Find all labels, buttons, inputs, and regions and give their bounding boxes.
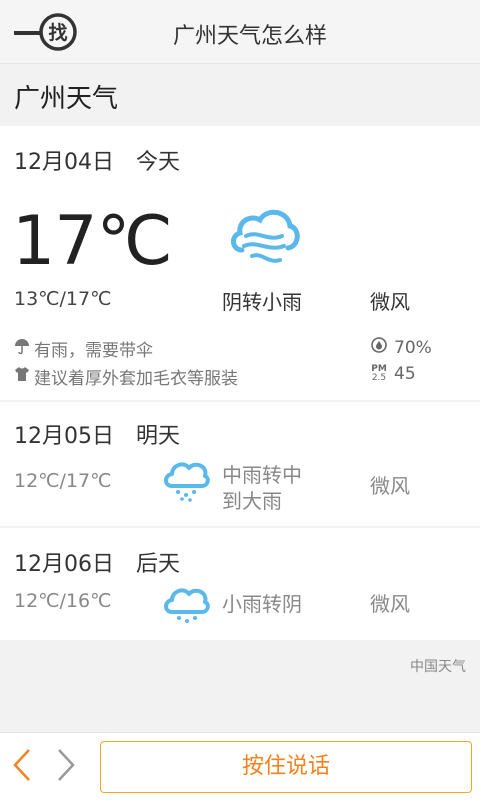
today-card: 12月04日 今天 17℃ 13℃/17℃ 阴转小雨 微风 有雨，需要带伞 建议… [0,126,480,400]
pm25-icon: PM 2.5 [370,365,388,383]
forecast-date: 12月05日 [14,424,114,449]
forecast-day: 后天 [136,552,181,577]
forecast-temp-range: 12℃/16℃ [14,590,112,612]
chevron-right-icon [56,748,76,786]
today-temp-range: 13℃/17℃ [14,288,112,310]
cloud-rain-icon [162,458,210,502]
forecast-condition: 小雨转阴 [222,592,302,616]
source-label[interactable]: 中国天气 [410,656,466,676]
forecast-condition-line2: 到大雨 [222,489,282,513]
humidity-stat: 70% [370,336,432,359]
today-date: 12月04日 [14,150,114,175]
top-bar: 找 广州天气怎么样 [0,0,480,64]
cloud-rain-icon [162,584,210,628]
forecast-condition-line1: 中雨转中 [222,463,302,487]
today-wind: 微风 [370,290,410,314]
pm25-value: 45 [394,364,416,384]
clothes-tip-text: 建议着厚外套加毛衣等服装 [34,369,238,389]
cloud-wind-icon [228,206,300,272]
forecast-row[interactable]: 12月06日 后天 12℃/16℃ 小雨转阴 微风 [0,528,480,640]
umbrella-tip-text: 有雨，需要带伞 [34,341,153,361]
city-header: 广州天气 [0,64,480,126]
forecast-condition: 中雨转中 到大雨 [222,462,302,514]
back-button[interactable] [8,747,36,787]
pm-label-bottom: 2.5 [371,373,387,383]
umbrella-tip: 有雨，需要带伞 [14,336,153,361]
pm25-stat: PM 2.5 45 [370,364,416,384]
today-condition: 阴转小雨 [222,290,302,314]
forecast-day: 明天 [136,424,181,449]
current-temperature: 17℃ [12,202,173,281]
forward-button[interactable] [52,747,80,787]
today-day: 今天 [136,150,181,175]
hold-to-talk-button[interactable]: 按住说话 [100,741,472,793]
shirt-icon [14,366,30,387]
forecast-row[interactable]: 12月05日 明天 12℃/17℃ 中雨转中 到大雨 微风 [0,402,480,526]
humidity-icon [370,336,388,359]
humidity-value: 70% [394,337,432,358]
umbrella-icon [14,338,30,359]
forecast-wind: 微风 [370,592,410,616]
query-text: 广州天气怎么样 [172,24,327,49]
clothes-tip: 建议着厚外套加毛衣等服装 [14,364,238,389]
chevron-left-icon [12,748,32,786]
forecast-temp-range: 12℃/17℃ [14,470,112,492]
city-title: 广州天气 [14,84,119,114]
bottom-bar: 按住说话 [0,732,480,800]
forecast-wind: 微风 [370,474,410,498]
forecast-date: 12月06日 [14,552,114,577]
